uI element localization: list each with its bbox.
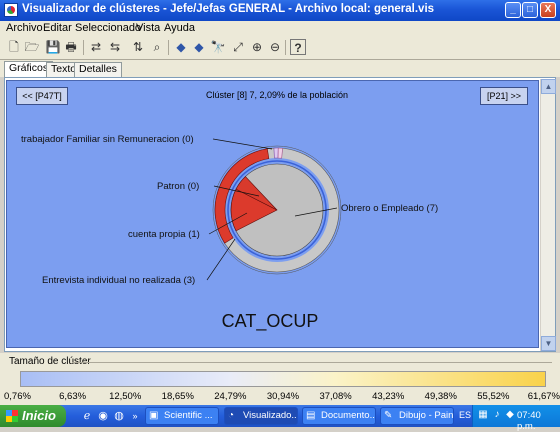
system-tray: ES ▦ ♪ ◆ 07:40 p.m. (459, 405, 560, 432)
scroll-up-icon[interactable]: ▲ (541, 79, 556, 94)
clock: 07:40 p.m. (517, 410, 541, 432)
firefox-icon[interactable]: ◍ (112, 409, 126, 423)
divider (72, 362, 552, 363)
minimize-button[interactable]: _ (505, 2, 521, 18)
filter-icon[interactable]: ⌕ (149, 39, 165, 55)
population-slice-patron (277, 147, 283, 159)
toolbar-separator (168, 40, 169, 55)
cluster-size-tick: 37,08% (319, 391, 352, 402)
menu-seleccionado[interactable]: Seleccionado (75, 22, 141, 34)
cluster-size-tick: 49,38% (424, 391, 457, 402)
cluster-size-panel: Tamaño de clúster 0,76% 6,63% 12,50% 18,65%… (0, 353, 560, 405)
chart-title: CAT_OCUP (222, 311, 319, 332)
language-indicator[interactable]: ES (459, 410, 471, 420)
menu-ayuda[interactable]: Ayuda (164, 22, 195, 34)
sort-icon[interactable]: ⇅ (130, 39, 146, 55)
task-scientific[interactable]: ▣ Scientific ... (145, 407, 219, 425)
title-bar: Visualizador de clústeres - Jefe/Jefas G… (0, 0, 560, 21)
cluster-size-tick: 55,52% (477, 391, 510, 402)
toolbar-separator (285, 40, 286, 55)
task-visualizador[interactable]: ◔ Visualizado... (224, 407, 298, 425)
zoom-fit-icon[interactable]: ⤢ (230, 39, 246, 55)
maximize-button[interactable]: □ (522, 2, 538, 18)
toolbar-separator (83, 40, 84, 55)
menu-bar: Archivo Editar Seleccionado Vista Ayuda (0, 21, 560, 36)
scroll-down-icon[interactable]: ▼ (541, 336, 556, 351)
save-icon[interactable]: 💾 (45, 39, 61, 55)
binoculars-icon[interactable]: 🔭 (210, 39, 226, 55)
ie-icon[interactable]: ℯ (80, 409, 94, 423)
label-cuenta-propia: cuenta propia (1) (128, 229, 200, 240)
window-title: Visualizador de clústeres - Jefe/Jefas G… (22, 3, 435, 15)
windows-logo-icon (6, 410, 18, 422)
visualizer-icon: ◔ (228, 410, 235, 421)
label-entrevista-leader (206, 238, 236, 281)
print-icon[interactable]: 🖶 (63, 39, 79, 55)
label-obrero-empleado: Obrero o Empleado (7) (341, 203, 438, 214)
toolbar: 🗋 🗁 💾 🖶 ⇄ ⇆ ⇅ ⌕ ◆ ◆ 🔭 ⤢ ⊕ ⊖ ? (0, 36, 560, 60)
cluster-size-tick: 0,76% (4, 391, 31, 402)
cluster-size-gradient[interactable] (20, 371, 546, 387)
category-ring-chart: trabajador Familiar sin Remuneracion (0)… (21, 134, 438, 332)
tab-strip: Gráficos Texto Detalles (0, 60, 560, 77)
paint-icon: ✎ (384, 410, 393, 421)
zoom-in-icon[interactable]: ⊕ (249, 39, 265, 55)
quicklaunch-more-icon[interactable]: » (128, 409, 142, 423)
cluster-size-tick: 12,50% (109, 391, 142, 402)
explorer-icon[interactable]: ◉ (96, 409, 110, 423)
label-patron: Patron (0) (157, 181, 199, 192)
open-icon[interactable]: 🗁 (24, 39, 40, 55)
scientific-icon: ▣ (149, 410, 159, 421)
security-icon[interactable]: ◆ (504, 409, 516, 421)
close-button[interactable]: X (540, 2, 556, 18)
cluster-size-tick: 18,65% (161, 391, 194, 402)
document-icon: ▤ (306, 410, 316, 421)
new-icon[interactable]: 🗋 (6, 39, 22, 55)
cluster-size-tick: 61,67% (527, 391, 560, 402)
start-label: Inicio (22, 408, 56, 423)
menu-editar[interactable]: Editar (43, 22, 72, 34)
swap-alt-icon[interactable]: ⇆ (107, 39, 123, 55)
zoom-out-icon[interactable]: ⊖ (267, 39, 283, 55)
arrow-right-icon[interactable]: ◆ (191, 39, 207, 55)
taskbar: Inicio ℯ ◉ ◍ » ▣ Scientific ... ◔ Visualiz… (0, 405, 560, 432)
app-icon[interactable] (4, 3, 18, 17)
cluster-size-tick: 43,23% (372, 391, 405, 402)
cluster-size-tick: 24,79% (214, 391, 247, 402)
label-entrevista: Entrevista individual no realizada (3) (42, 275, 195, 286)
label-trabajador-familiar: trabajador Familiar sin Remuneracion (0) (21, 134, 194, 145)
task-paint[interactable]: ✎ Dibujo - Paint (380, 407, 454, 425)
help-icon[interactable]: ? (290, 39, 306, 55)
arrow-left-icon[interactable]: ◆ (173, 39, 189, 55)
label-trabajador-familiar-leader (212, 138, 273, 150)
swap-icon[interactable]: ⇄ (88, 39, 104, 55)
network-icon[interactable]: ▦ (477, 409, 489, 421)
task-documento[interactable]: ▤ Documento... (302, 407, 376, 425)
cluster-size-tick: 30,94% (266, 391, 300, 402)
start-button[interactable]: Inicio (0, 405, 66, 427)
cluster-size-ticks: 0,76% 6,63% 12,50% 18,65% 24,79% 30,94% 37,08%… (0, 391, 560, 403)
menu-archivo[interactable]: Archivo (6, 22, 43, 34)
vertical-scrollbar[interactable]: ▲ ▼ (540, 79, 556, 351)
cluster-size-tick: 6,63% (59, 391, 87, 402)
tab-detalles[interactable]: Detalles (74, 62, 122, 77)
cluster-chart-canvas: << [P47T] Clúster [8] 7, 2,09% de la pob… (6, 80, 539, 348)
menu-vista[interactable]: Vista (136, 22, 160, 34)
volume-icon[interactable]: ♪ (491, 409, 503, 421)
population-slice-trabajador-familiar (273, 147, 279, 159)
